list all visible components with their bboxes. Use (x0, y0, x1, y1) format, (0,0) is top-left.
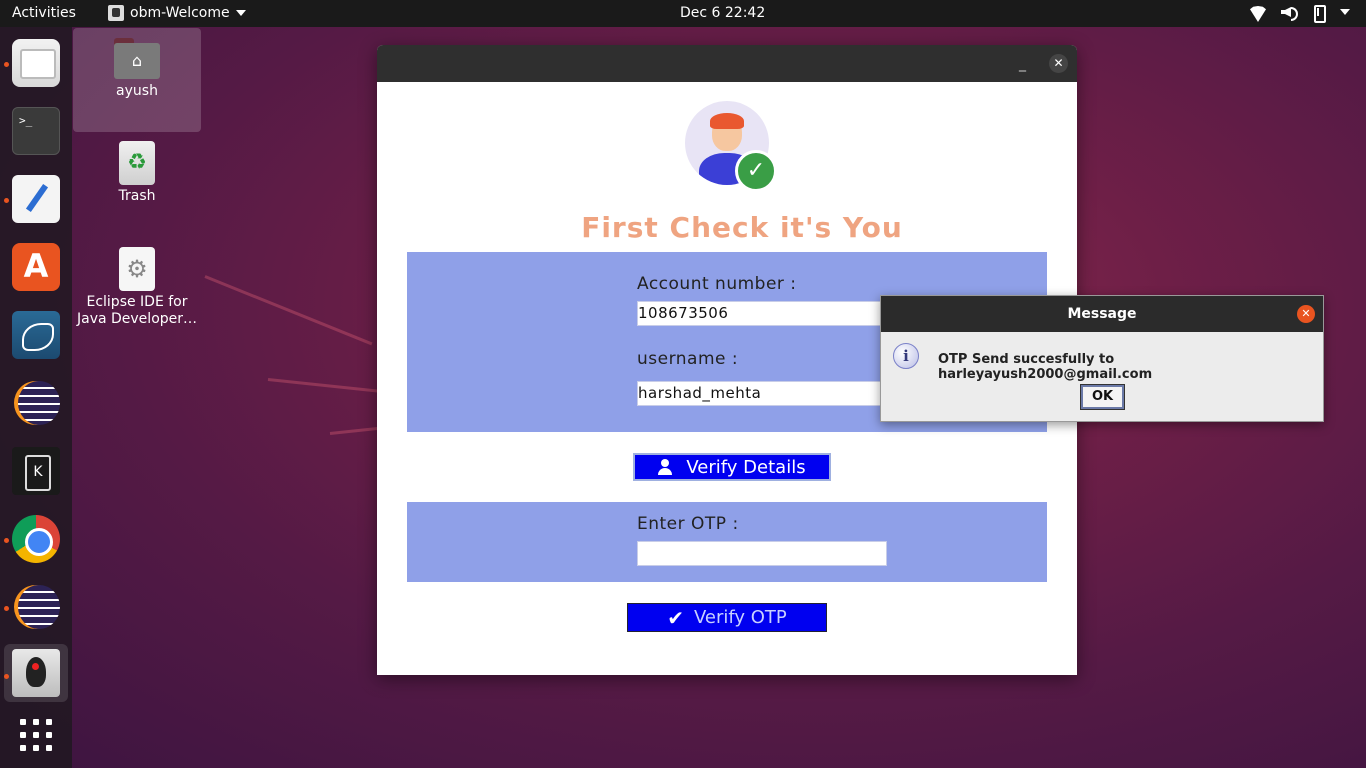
verify-details-label: Verify Details (686, 456, 806, 478)
files-icon[interactable] (12, 39, 60, 87)
otp-panel: Enter OTP : (407, 502, 1047, 582)
page-title: First Check it's You (581, 211, 903, 244)
wallpaper-streak (329, 426, 380, 435)
wallpaper-streak (204, 275, 373, 346)
close-button[interactable]: ✕ (1049, 54, 1068, 73)
activities-button[interactable]: Activities (12, 5, 76, 21)
dock: >_ A (0, 27, 72, 768)
store-glyph: A (23, 247, 49, 285)
dialog-message: OTP Send succesfully to harleyayush2000@… (938, 352, 1153, 382)
dialog-close-button[interactable]: ✕ (1297, 305, 1315, 323)
desktop-icon-label: ayush (116, 83, 158, 99)
home-folder-icon (114, 38, 160, 80)
username-label: username : (637, 349, 739, 369)
system-tray[interactable] (1250, 4, 1350, 23)
verify-details-button[interactable]: Verify Details (633, 453, 831, 481)
running-indicator (4, 538, 9, 543)
verify-otp-button[interactable]: ✔ Verify OTP (627, 603, 827, 632)
eclipse-icon[interactable] (12, 583, 60, 631)
java-app-icon[interactable] (12, 649, 60, 697)
user-search-icon (658, 459, 676, 475)
text-editor-icon[interactable] (12, 175, 60, 223)
terminal-glyph: >_ (19, 114, 33, 127)
message-dialog: Message ✕ i OTP Send succesfully to harl… (880, 295, 1324, 422)
trash-icon: ♻ (119, 141, 155, 185)
desktop-icon-label: Trash (118, 188, 156, 204)
eclipse-icon[interactable] (12, 379, 60, 427)
account-number-field[interactable]: 108673506 (637, 301, 887, 326)
app-menu-label: obm-Welcome (130, 5, 230, 21)
top-bar: Activities obm-Welcome Dec 6 22:42 (0, 0, 1366, 27)
chevron-down-icon (235, 10, 246, 16)
avatar-hair (710, 113, 744, 129)
running-indicator (4, 198, 9, 203)
trash-shortcut[interactable]: ♻ Trash (73, 141, 201, 204)
running-indicator (4, 62, 9, 67)
ok-button[interactable]: OK (1080, 384, 1125, 410)
username-field[interactable]: harshad_mehta (637, 381, 887, 406)
otp-field[interactable] (637, 541, 887, 566)
otp-label: Enter OTP : (637, 514, 739, 534)
account-number-label: Account number : (637, 274, 797, 294)
terminal-icon[interactable]: >_ (12, 107, 60, 155)
home-folder-shortcut[interactable]: ayush (73, 38, 201, 99)
eclipse-shortcut[interactable]: ⚙ Eclipse IDE for Java Developer… (73, 247, 201, 328)
app-menu[interactable]: obm-Welcome (108, 5, 246, 21)
battery-icon (1310, 4, 1326, 23)
gear-icon: ⚙ (119, 247, 155, 291)
desktop-icon-label: Eclipse IDE for Java Developer… (76, 294, 198, 327)
clock[interactable]: Dec 6 22:42 (680, 5, 765, 21)
running-indicator (4, 674, 9, 679)
dialog-title[interactable]: Message (881, 296, 1323, 332)
software-store-icon[interactable]: A (12, 243, 60, 291)
mysql-workbench-icon[interactable] (12, 311, 60, 359)
kde-connect-icon[interactable] (12, 447, 60, 495)
show-applications-icon[interactable] (12, 715, 60, 763)
check-icon: ✓ (735, 150, 777, 192)
running-indicator (4, 606, 9, 611)
chevron-down-icon (1340, 9, 1350, 15)
wifi-icon (1250, 4, 1266, 20)
speaker-icon (1280, 4, 1298, 21)
info-icon: i (893, 343, 919, 369)
app-icon (108, 5, 124, 21)
checkmark-icon: ✔ (667, 605, 684, 630)
chrome-icon[interactable] (12, 515, 60, 563)
window-titlebar[interactable]: _ ✕ (377, 45, 1077, 82)
minimize-button[interactable]: _ (1019, 56, 1026, 72)
wallpaper-streak (267, 378, 383, 394)
verify-otp-label: Verify OTP (693, 607, 787, 628)
